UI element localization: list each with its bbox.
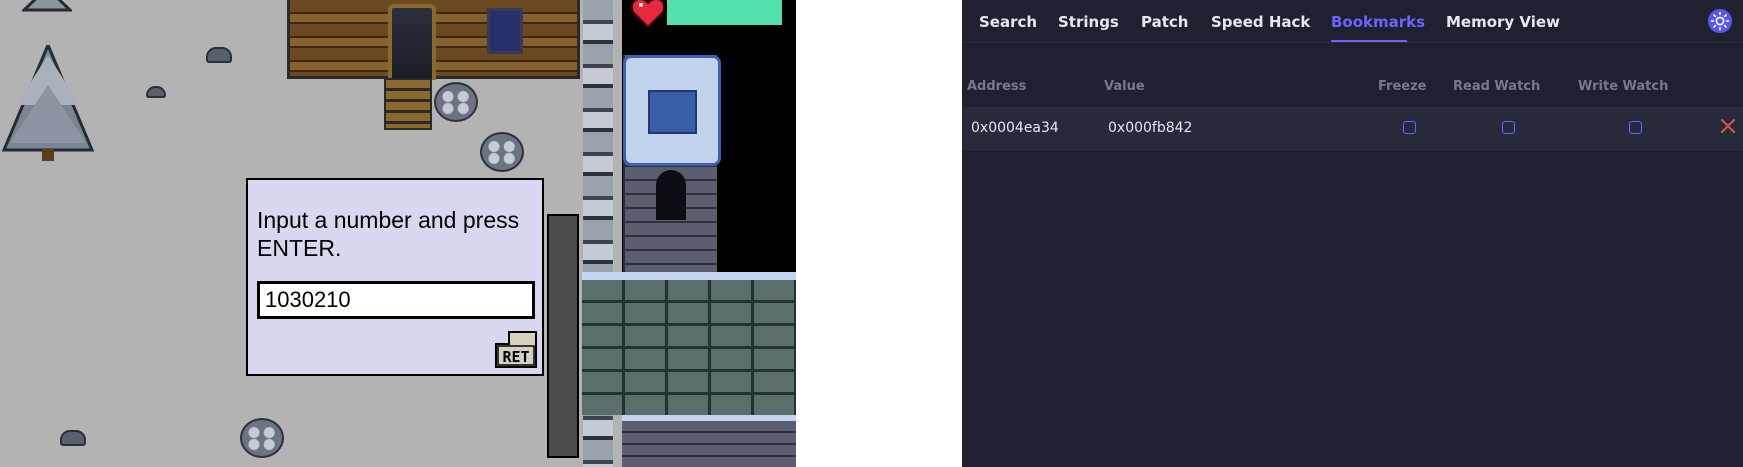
- active-tab-indicator: [1331, 40, 1407, 42]
- number-input[interactable]: 1030210: [257, 281, 535, 319]
- write-watch-checkbox[interactable]: [1629, 121, 1642, 134]
- column-header-value: Value: [1104, 79, 1145, 94]
- tab-search[interactable]: Search: [979, 13, 1037, 31]
- read-watch-checkbox[interactable]: [1502, 121, 1515, 134]
- number-input-dialog: Input a number and press ENTER. 1030210 …: [246, 178, 544, 376]
- wooden-house: [287, 0, 580, 80]
- sun-icon[interactable]: [1708, 9, 1732, 33]
- snow-bush: [480, 132, 524, 172]
- dialog-scrollbar[interactable]: [547, 214, 579, 458]
- snow-bush: [240, 418, 284, 458]
- castle-wall-lower: [622, 415, 796, 467]
- snow-rock: [60, 430, 86, 446]
- snow-rock: [206, 47, 232, 63]
- close-icon[interactable]: [1716, 114, 1740, 138]
- snow-bush: [434, 82, 478, 122]
- tower-window: [648, 90, 697, 134]
- tower-door: [656, 170, 686, 220]
- column-header-address: Address: [967, 79, 1027, 94]
- tab-bookmarks[interactable]: Bookmarks: [1331, 13, 1425, 31]
- column-header-write-watch: Write Watch: [1578, 79, 1669, 94]
- dialog-prompt: Input a number and press ENTER.: [257, 207, 520, 261]
- house-steps: [384, 78, 432, 130]
- column-header-freeze: Freeze: [1378, 79, 1427, 94]
- pine-tree: [22, 0, 72, 12]
- tab-memory-view[interactable]: Memory View: [1446, 13, 1560, 31]
- bookmark-address: 0x0004ea34: [971, 120, 1059, 136]
- snow-rock: [146, 86, 166, 98]
- bookmark-value[interactable]: 0x000fb842: [1108, 120, 1192, 136]
- house-door: [388, 4, 436, 80]
- house-window: [487, 8, 523, 54]
- health-bar: [667, 0, 782, 25]
- tab-bar: Search Strings Patch Speed Hack Bookmark…: [962, 0, 1743, 43]
- return-key-label: RET: [502, 348, 529, 366]
- castle-wall: [582, 272, 796, 415]
- devtools-panel: Search Strings Patch Speed Hack Bookmark…: [962, 0, 1743, 467]
- tab-speed-hack[interactable]: Speed Hack: [1211, 13, 1310, 31]
- heart-icon: [631, 0, 665, 29]
- tab-strings[interactable]: Strings: [1058, 13, 1119, 31]
- game-canvas[interactable]: Input a number and press ENTER. 1030210 …: [0, 0, 796, 467]
- column-header-read-watch: Read Watch: [1453, 79, 1541, 94]
- pine-tree: [1, 45, 95, 161]
- bookmark-row: 0x0004ea34 0x000fb842: [962, 107, 1743, 151]
- freeze-checkbox[interactable]: [1403, 121, 1416, 134]
- return-key-button[interactable]: RET: [495, 331, 537, 368]
- tab-patch[interactable]: Patch: [1141, 13, 1188, 31]
